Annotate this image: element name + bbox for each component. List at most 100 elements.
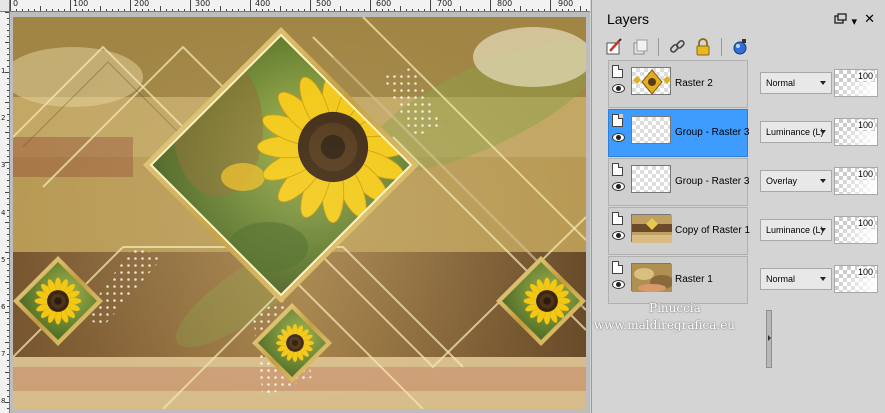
blend-mode-dropdown[interactable]: Normal: [760, 72, 832, 94]
link-layers-button[interactable]: [667, 37, 687, 57]
eye-icon[interactable]: [612, 84, 625, 93]
ruler-label-200: 200: [134, 0, 150, 8]
eye-icon[interactable]: [612, 182, 625, 191]
dock-icon: [834, 13, 848, 24]
pattern-thumbnail-icon: [632, 215, 672, 243]
lock-icon: [696, 38, 710, 56]
layer-thumbnail: [631, 214, 672, 243]
horizontal-ruler: 0 100 200 300 400 500 600 700 800 900: [10, 0, 590, 12]
ruler-label-300: 300: [195, 0, 211, 8]
vruler-label-4: 4: [1, 209, 6, 217]
ruler-label-800: 800: [497, 0, 513, 8]
panel-title: Layers: [607, 11, 650, 27]
sunflower-artwork[interactable]: [13, 17, 586, 409]
opacity-value: 100: [856, 71, 874, 81]
eye-icon[interactable]: [612, 133, 625, 142]
layer-row-group-raster-3-a: Group - Raster 3 Luminance (L) 100: [608, 109, 880, 158]
layer-item[interactable]: Group - Raster 3: [608, 158, 750, 206]
blend-mode-dropdown[interactable]: Overlay: [760, 170, 832, 192]
layers-panel: Layers ▾ ✕ Raster 2 Normal 100 Group - R…: [591, 0, 885, 413]
watermark-name: Pinuccia: [649, 301, 701, 315]
opacity-gradient-bar: [835, 229, 877, 243]
layer-visibility-icons: [612, 212, 626, 240]
blend-mode-dropdown[interactable]: Luminance (L): [760, 219, 832, 241]
layer-visibility-icons: [612, 65, 626, 93]
watermark: Pinuccia www.maldiregrafica.eu: [594, 298, 794, 338]
layer-item-selected[interactable]: Group - Raster 3: [608, 109, 750, 157]
new-mask-button[interactable]: [730, 37, 750, 57]
layer-type-icon: [612, 163, 623, 176]
layer-type-icon: [612, 114, 623, 127]
layer-type-icon: [612, 65, 623, 78]
layer-name: Copy of Raster 1: [675, 225, 751, 236]
ruler-label-900: 900: [558, 0, 574, 8]
panel-menu-button[interactable]: ▾: [834, 13, 857, 28]
layer-row-copy-of-raster-1: Copy of Raster 1 Luminance (L) 100: [608, 207, 880, 256]
toolbar-separator: [658, 38, 659, 56]
chevron-down-icon: ▾: [851, 16, 857, 28]
duplicate-layer-button[interactable]: [630, 37, 650, 57]
blend-mode-dropdown[interactable]: Normal: [760, 268, 832, 290]
opacity-value: 100: [856, 267, 874, 277]
opacity-gradient-bar: [835, 180, 877, 194]
opacity-value: 100: [856, 218, 874, 228]
opacity-slider[interactable]: 100: [834, 118, 878, 146]
blend-mode-value: Overlay: [766, 176, 798, 186]
opacity-value: 100: [856, 169, 874, 179]
layer-item[interactable]: Raster 2: [608, 60, 748, 108]
vruler-label-7: 7: [1, 350, 6, 358]
eye-icon[interactable]: [612, 280, 625, 289]
watermark-url: www.maldiregrafica.eu: [594, 318, 736, 332]
opacity-value: 100: [856, 120, 874, 130]
layers-toolbar: [604, 36, 750, 58]
dropdown-arrow-icon: [820, 179, 826, 183]
vruler-label-3: 3: [1, 161, 6, 169]
opacity-gradient-bar: [835, 82, 877, 96]
lock-layer-button[interactable]: [693, 37, 713, 57]
artwork-image: [13, 17, 586, 409]
image-canvas-area: 0 100 200 300 400 500 600 700 800 900 1 …: [0, 0, 590, 413]
blend-mode-dropdown[interactable]: Luminance (L): [760, 121, 832, 143]
layer-visibility-icons: [612, 261, 626, 289]
edit-layer-button[interactable]: [604, 37, 624, 57]
layer-type-icon: [612, 212, 623, 225]
opacity-slider[interactable]: 100: [834, 69, 878, 97]
background-thumbnail-icon: [632, 264, 672, 292]
brush-edit-icon: [606, 38, 622, 55]
vertical-ruler: 1 2 3 4 5 6 7 8: [0, 12, 10, 413]
layer-name: Group - Raster 3: [675, 176, 750, 187]
layer-thumbnail: [631, 263, 672, 292]
link-icon: [669, 39, 685, 53]
blend-mode-value: Normal: [766, 274, 796, 284]
layer-name: Raster 1: [675, 274, 713, 285]
layer-visibility-icons: [612, 163, 626, 191]
diamond-ornament-thumbnail-icon: [633, 69, 671, 95]
ruler-label-100: 100: [73, 0, 89, 8]
layer-row-raster-2: Raster 2 Normal 100: [608, 60, 880, 109]
vruler-label-1: 1: [1, 67, 6, 75]
layers-list: Raster 2 Normal 100 Group - Raster 3 Lum…: [608, 60, 880, 410]
layer-type-icon: [612, 261, 623, 274]
ruler-label-600: 600: [376, 0, 392, 8]
mask-icon: [733, 39, 747, 55]
layer-item[interactable]: Raster 1: [608, 256, 748, 304]
dropdown-arrow-icon: [820, 130, 826, 134]
dropdown-arrow-icon: [820, 81, 826, 85]
toolbar-separator: [721, 38, 722, 56]
opacity-slider[interactable]: 100: [834, 216, 878, 244]
layer-item[interactable]: Copy of Raster 1: [608, 207, 751, 255]
opacity-slider[interactable]: 100: [834, 167, 878, 195]
opacity-gradient-bar: [835, 131, 877, 145]
vruler-label-8: 8: [1, 397, 6, 405]
layer-thumbnail: [631, 116, 671, 144]
vruler-label-6: 6: [1, 303, 6, 311]
layer-name: Group - Raster 3: [675, 127, 750, 138]
layer-thumbnail: [631, 67, 671, 95]
layer-thumbnail: [631, 165, 671, 193]
opacity-slider[interactable]: 100: [834, 265, 878, 293]
ruler-corner: [0, 0, 10, 12]
eye-icon[interactable]: [612, 231, 625, 240]
ruler-label-700: 700: [437, 0, 453, 8]
close-panel-button[interactable]: ✕: [864, 11, 875, 27]
layer-name: Raster 2: [675, 78, 713, 89]
